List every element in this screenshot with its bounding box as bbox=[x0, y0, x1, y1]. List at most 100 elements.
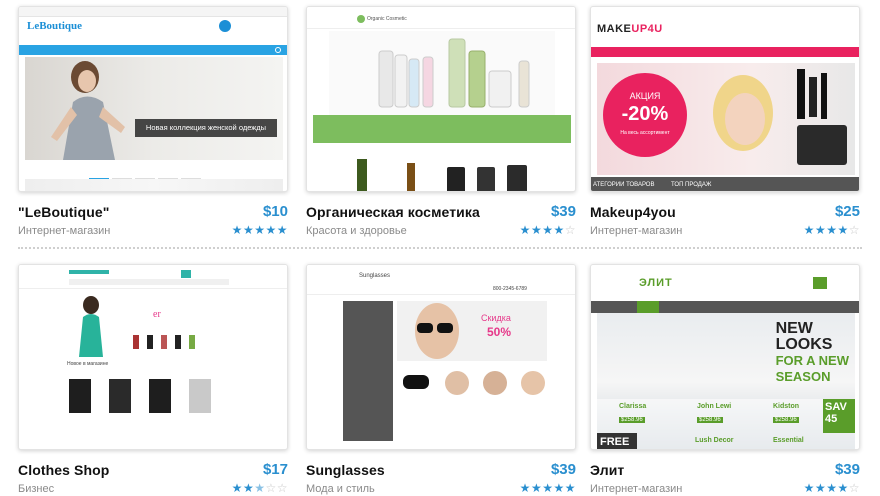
rating-stars: ★★★★☆ bbox=[520, 223, 576, 237]
star-icon: ★ bbox=[519, 481, 531, 495]
preview-logo: MAKEUP4U bbox=[597, 23, 663, 35]
star-icon: ★ bbox=[803, 223, 815, 237]
template-category[interactable]: Интернет-магазин bbox=[590, 483, 682, 495]
template-category[interactable]: Бизнес bbox=[18, 483, 54, 495]
preview-logo bbox=[69, 270, 109, 274]
search-icon bbox=[275, 47, 281, 53]
template-title[interactable]: Clothes Shop bbox=[18, 462, 109, 478]
preview-products bbox=[25, 179, 283, 191]
star-icon: ★ bbox=[242, 223, 255, 237]
star-icon: ★ bbox=[530, 223, 543, 237]
template-category[interactable]: Мода и стиль bbox=[306, 483, 375, 495]
star-icon: ★ bbox=[826, 223, 838, 237]
star-icon: ★ bbox=[837, 481, 849, 495]
template-price: $10 bbox=[262, 203, 288, 220]
preview-logo: Organic Cosmetic bbox=[367, 16, 407, 22]
star-icon: ☆ bbox=[276, 481, 288, 495]
preview-hero: er bbox=[63, 295, 239, 357]
preview-hero: NEW LOOKS FOR A NEW SEASON Clarissa John… bbox=[597, 313, 855, 449]
star-icon: ★ bbox=[542, 481, 554, 495]
model-illustration bbox=[415, 303, 459, 359]
star-icon: ★ bbox=[542, 223, 554, 237]
star-icon: ☆ bbox=[564, 223, 576, 237]
star-icon: ★ bbox=[231, 481, 243, 495]
hero-banner: Новая коллекция женской одежды bbox=[135, 119, 277, 137]
star-icon: ★ bbox=[814, 481, 827, 495]
star-icon: ★ bbox=[276, 223, 288, 237]
template-price: $17 bbox=[262, 461, 288, 478]
rating-stars: ★★★★☆ bbox=[804, 481, 860, 495]
template-title[interactable]: Органическая косметика bbox=[306, 204, 480, 220]
svg-text:er: er bbox=[153, 309, 161, 320]
template-card-leboutique[interactable]: LeBoutique Новая коллекция женской одежд… bbox=[18, 6, 288, 239]
star-icon: ★ bbox=[837, 223, 849, 237]
template-card-elite[interactable]: ЭЛИТ NEW LOOKS FOR A NEW SEASON Clarissa… bbox=[590, 264, 860, 496]
star-icon: ★ bbox=[242, 481, 255, 495]
hero-headline: NEW LOOKS FOR A NEW SEASON bbox=[775, 320, 849, 385]
star-icon: ☆ bbox=[265, 481, 277, 495]
template-title[interactable]: Элит bbox=[590, 462, 624, 478]
preview-hero: Скидка 50% bbox=[397, 301, 547, 361]
cart-icon bbox=[813, 277, 827, 289]
star-icon: ☆ bbox=[848, 223, 860, 237]
preview-navbar bbox=[19, 45, 287, 55]
template-price: $39 bbox=[834, 461, 860, 478]
template-card-sunglasses[interactable]: Sunglasses 800-2345-6789 Скидка 50% Sung… bbox=[306, 264, 576, 496]
rating-stars: ★★★★★ bbox=[232, 223, 288, 237]
row-divider bbox=[18, 247, 862, 249]
template-preview-image[interactable]: ЭЛИТ NEW LOOKS FOR A NEW SEASON Clarissa… bbox=[590, 264, 860, 450]
sale-value: 50% bbox=[487, 325, 512, 339]
star-icon: ★ bbox=[826, 481, 838, 495]
template-price: $39 bbox=[550, 461, 576, 478]
rating-stars: ★★★★★ bbox=[520, 481, 576, 495]
phone-number: 800-2345-6789 bbox=[493, 286, 527, 292]
template-title[interactable]: Sunglasses bbox=[306, 462, 385, 478]
model-illustration: er bbox=[79, 296, 195, 357]
benefits-bar bbox=[313, 115, 571, 143]
template-price: $25 bbox=[834, 203, 860, 220]
template-title[interactable]: Makeup4you bbox=[590, 204, 676, 220]
preview-products bbox=[397, 365, 547, 405]
template-title[interactable]: "LeBoutique" bbox=[18, 204, 109, 220]
model-illustration bbox=[713, 69, 847, 165]
preview-products bbox=[327, 153, 557, 191]
template-category[interactable]: Интернет-магазин bbox=[18, 225, 110, 237]
preview-logo: ЭЛИТ bbox=[639, 277, 673, 289]
star-icon: ★ bbox=[519, 223, 531, 237]
preview-products bbox=[63, 365, 239, 425]
star-icon: ★ bbox=[254, 481, 266, 495]
preview-hero: Новая коллекция женской одежды bbox=[25, 57, 283, 160]
template-card-organic[interactable]: Organic Cosmetic Органическая косметика … bbox=[306, 6, 576, 239]
model-illustration bbox=[51, 61, 125, 160]
preview-navbar bbox=[591, 301, 859, 313]
cart-icon bbox=[219, 20, 231, 32]
template-category[interactable]: Интернет-магазин bbox=[590, 225, 682, 237]
sale-badge: АКЦИЯ -20% На весь ассортимент bbox=[603, 73, 687, 157]
preview-logo: LeBoutique bbox=[27, 20, 83, 32]
star-icon: ★ bbox=[254, 223, 266, 237]
rating-stars: ★★★★☆ bbox=[804, 223, 860, 237]
star-icon: ★ bbox=[803, 481, 815, 495]
preview-hero bbox=[329, 31, 555, 115]
template-card-clothes[interactable]: er Новое в магазине Clothes Shop $17 Биз… bbox=[18, 264, 288, 496]
star-icon: ★ bbox=[231, 223, 243, 237]
star-icon: ★ bbox=[530, 481, 543, 495]
sale-label: Скидка bbox=[481, 313, 511, 323]
star-icon: ★ bbox=[265, 223, 277, 237]
category-bar: АТЕГОРИИ ТОВАРОВ ТОП ПРОДАЖ bbox=[591, 177, 859, 191]
rating-stars: ★★★☆☆ bbox=[232, 481, 288, 495]
template-category[interactable]: Красота и здоровье bbox=[306, 225, 407, 237]
bottles-illustration bbox=[378, 38, 530, 108]
preview-hero: АКЦИЯ -20% На весь ассортимент bbox=[597, 63, 855, 175]
category-sidebar bbox=[343, 301, 393, 441]
template-preview-image[interactable]: Organic Cosmetic bbox=[306, 6, 576, 192]
template-preview-image[interactable]: er Новое в магазине bbox=[18, 264, 288, 450]
preview-navbar: Organic Cosmetic bbox=[307, 7, 575, 29]
template-card-makeup[interactable]: MAKEUP4U АКЦИЯ -20% На весь ассортимент … bbox=[590, 6, 860, 239]
star-icon: ★ bbox=[553, 481, 565, 495]
leaf-icon bbox=[357, 15, 365, 23]
template-preview-image[interactable]: Sunglasses 800-2345-6789 Скидка 50% bbox=[306, 264, 576, 450]
template-price: $39 bbox=[550, 203, 576, 220]
template-preview-image[interactable]: LeBoutique Новая коллекция женской одежд… bbox=[18, 6, 288, 192]
template-preview-image[interactable]: MAKEUP4U АКЦИЯ -20% На весь ассортимент … bbox=[590, 6, 860, 192]
